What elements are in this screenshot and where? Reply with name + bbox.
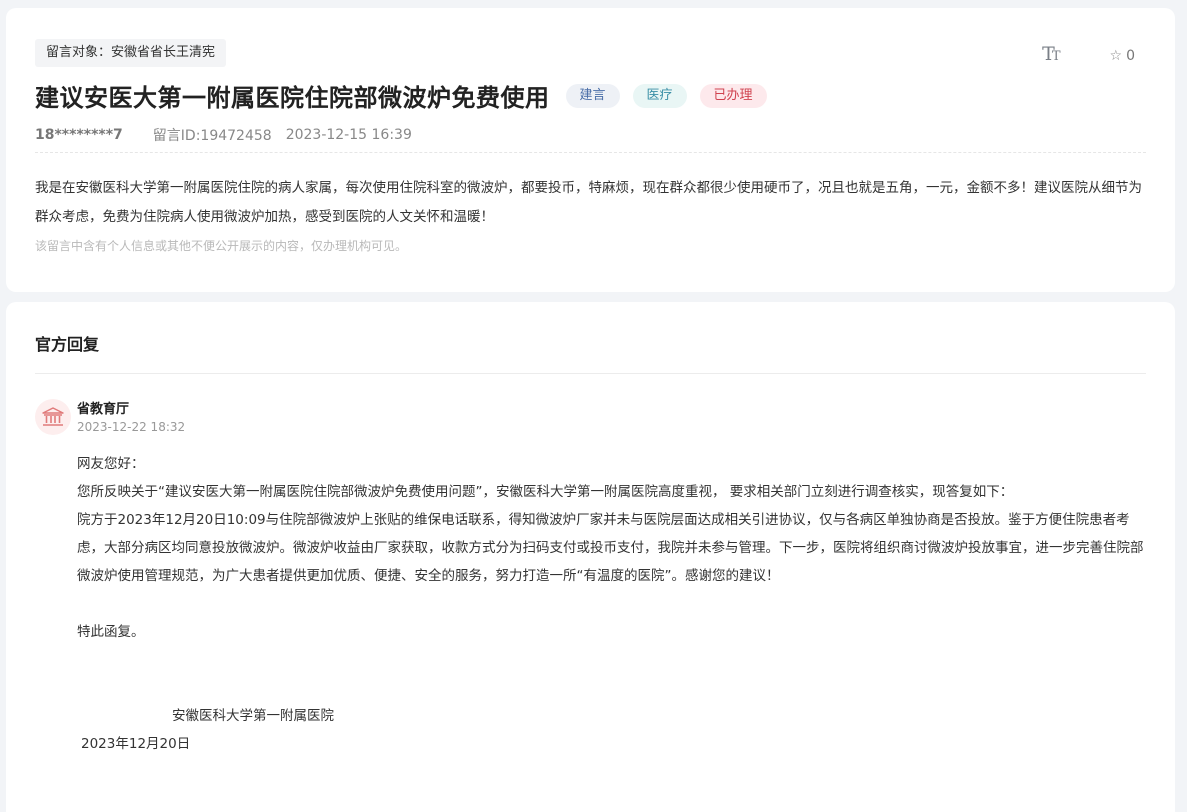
- reply-paragraph-1: 您所反映关于“建议安医大第一附属医院住院部微波炉免费使用问题”，安徽医科大学第一…: [77, 484, 1014, 500]
- message-author: 18********7: [35, 127, 123, 143]
- favorite-button[interactable]: ☆ 0: [1110, 48, 1135, 64]
- message-card: 留言对象：安徽省省长王清宪 TT ☆ 0 建议安医大第一附属医院住院部微波炉免费…: [6, 8, 1175, 292]
- star-outline-icon: ☆: [1109, 47, 1123, 64]
- message-title: 建议安医大第一附属医院住院部微波炉免费使用: [35, 84, 550, 112]
- reply-sign-date: 2023年12月20日: [81, 736, 191, 752]
- reply-card: 官方回复 省教育厅 2023-12-22 18:32 网友您好： 您所反映关于“…: [6, 302, 1175, 812]
- reply-greeting: 网友您好：: [77, 456, 145, 472]
- avatar: [35, 399, 71, 435]
- status-badge: 已办理: [699, 83, 767, 108]
- title-row: 建议安医大第一附属医院住院部微波炉免费使用 建言 医疗 已办理: [35, 78, 780, 113]
- privacy-note: 该留言中含有个人信息或其他不便公开展示的内容，仅办理机构可见。: [35, 239, 408, 253]
- reply-signature: 安徽医科大学第一附属医院: [172, 708, 334, 724]
- reply-time: 2023-12-22 18:32: [77, 420, 186, 434]
- message-meta: 18********7 留言ID:19472458 2023-12-15 16:…: [35, 125, 412, 145]
- message-tools: TT ☆ 0: [1042, 44, 1135, 67]
- government-building-icon: [42, 407, 64, 426]
- reply-closing: 特此函复。: [77, 624, 145, 640]
- reply-paragraph-2: 院方于2023年12月20日10:09与住院部微波炉上张贴的维保电话联系，得知微…: [77, 512, 1144, 584]
- reply-body: 网友您好： 您所反映关于“建议安医大第一附属医院住院部微波炉免费使用问题”，安徽…: [77, 450, 1145, 646]
- reply-divider: [35, 373, 1146, 374]
- message-target-tag: 留言对象：安徽省省长王清宪: [35, 39, 227, 67]
- reply-section-title: 官方回复: [35, 335, 100, 354]
- reply-spacer: [77, 590, 1145, 618]
- domain-badge: 医疗: [632, 83, 687, 108]
- reply-department: 省教育厅: [77, 402, 130, 417]
- message-id: 留言ID:19472458: [152, 128, 272, 144]
- favorite-count: 0: [1126, 47, 1135, 64]
- message-time: 2023-12-15 16:39: [285, 127, 412, 143]
- message-content: 我是在安徽医科大学第一附属医院住院的病人家属，每次使用住院科室的微波炉，都要投币…: [35, 180, 1142, 225]
- meta-divider: [35, 152, 1146, 153]
- type-badge: 建言: [565, 83, 620, 108]
- font-size-icon[interactable]: TT: [1042, 44, 1060, 67]
